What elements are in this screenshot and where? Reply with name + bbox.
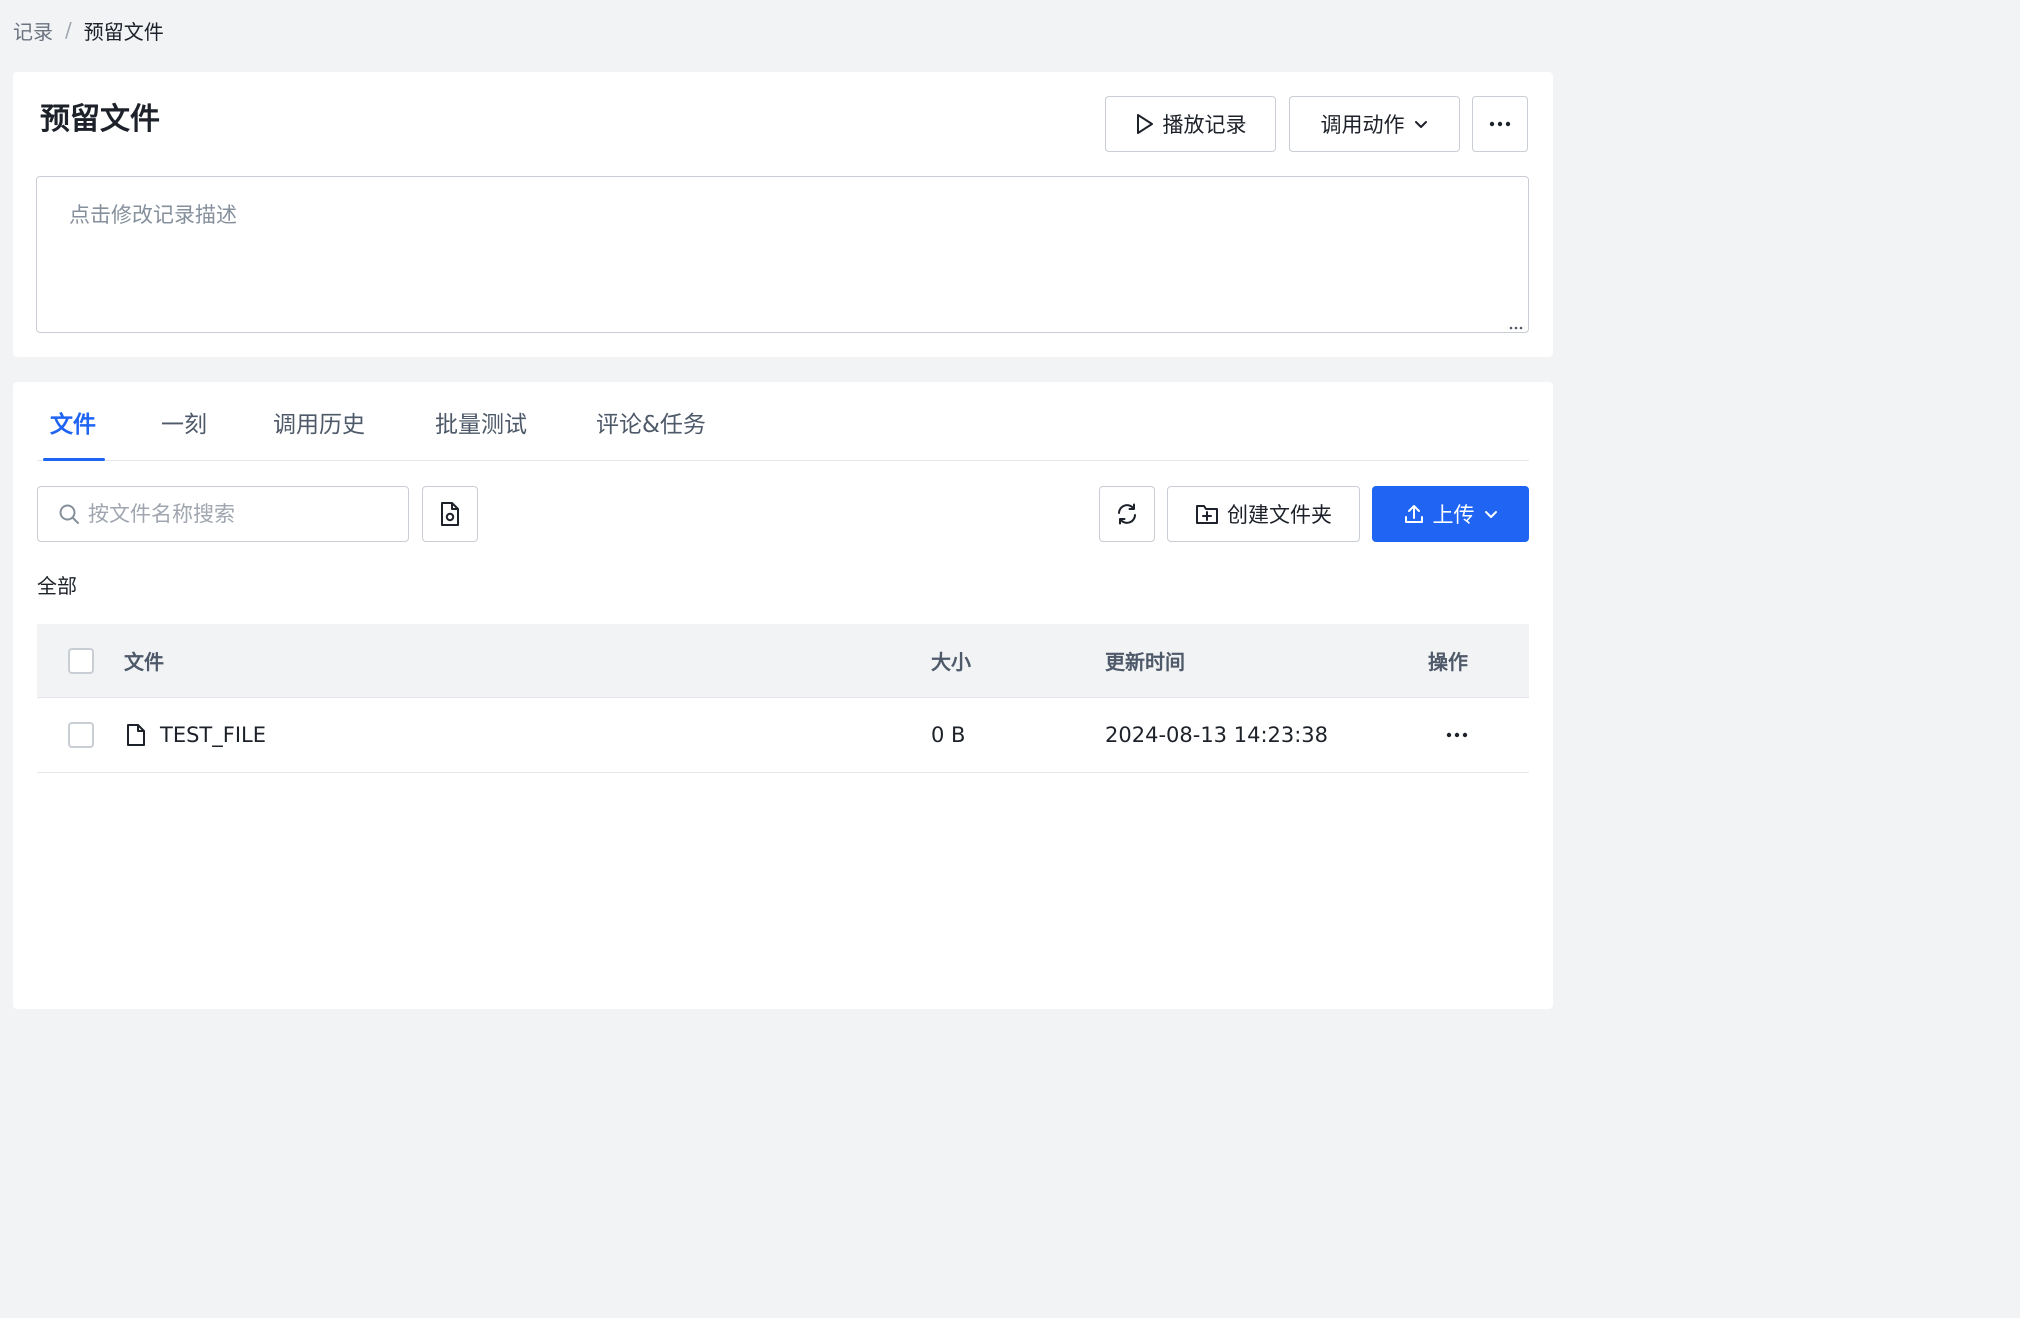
resize-handle[interactable]: [1509, 326, 1523, 330]
breadcrumb-current: 预留文件: [83, 19, 164, 44]
page-title: 预留文件: [40, 102, 160, 137]
tab-files[interactable]: 文件: [50, 410, 96, 440]
files-panel: 文件 一刻 调用历史 批量测试 评论&任务 创建文件夹 上传: [13, 382, 1553, 1009]
refresh-icon: [1115, 502, 1139, 526]
active-tab-indicator: [43, 458, 105, 461]
folder-add-icon: [1195, 503, 1219, 525]
row-more-button[interactable]: [1446, 698, 1468, 772]
more-icon: [1489, 121, 1511, 127]
column-header-actions: 操作: [1428, 650, 1468, 674]
record-header-panel: 预留文件 播放记录 调用动作 点击修改记录描述: [13, 72, 1553, 357]
column-header-size: 大小: [931, 650, 971, 674]
create-folder-button[interactable]: 创建文件夹: [1167, 486, 1360, 542]
column-header-file: 文件: [124, 650, 164, 674]
file-settings-icon: [438, 501, 462, 527]
more-icon: [1446, 732, 1468, 738]
tab-comments-tasks[interactable]: 评论&任务: [596, 410, 706, 440]
breadcrumb-parent-link[interactable]: 记录: [13, 16, 53, 45]
file-size: 0 B: [931, 723, 966, 747]
file-updated-time: 2024-08-13 14:23:38: [1105, 723, 1329, 747]
record-description-textarea[interactable]: 点击修改记录描述: [36, 176, 1529, 333]
table-header: 文件 大小 更新时间 操作: [37, 624, 1529, 698]
file-settings-button[interactable]: [422, 486, 478, 542]
play-icon: [1135, 113, 1155, 135]
folder-path-all[interactable]: 全部: [37, 570, 77, 599]
tab-moment[interactable]: 一刻: [161, 410, 207, 440]
upload-dropdown-button[interactable]: 上传: [1372, 486, 1529, 542]
table-row[interactable]: TEST_FILE 0 B 2024-08-13 14:23:38: [37, 698, 1529, 773]
breadcrumb: 记录 / 预留文件: [13, 16, 164, 44]
chevron-down-icon: [1483, 506, 1499, 522]
invoke-action-label: 调用动作: [1320, 113, 1405, 137]
tab-invoke-history[interactable]: 调用历史: [273, 410, 365, 440]
invoke-action-dropdown[interactable]: 调用动作: [1289, 96, 1460, 152]
description-placeholder: 点击修改记录描述: [69, 203, 237, 227]
refresh-button[interactable]: [1099, 486, 1155, 542]
select-all-checkbox[interactable]: [68, 647, 94, 674]
search-icon: [58, 503, 80, 525]
tab-bar: 文件 一刻 调用历史 批量测试 评论&任务: [37, 400, 1529, 461]
play-record-label: 播放记录: [1162, 113, 1247, 137]
upload-label: 上传: [1432, 503, 1475, 527]
column-header-updated: 更新时间: [1105, 650, 1185, 674]
row-checkbox[interactable]: [68, 722, 94, 748]
upload-icon: [1403, 503, 1425, 525]
file-name-cell[interactable]: TEST_FILE: [126, 698, 266, 772]
breadcrumb-separator: /: [65, 18, 72, 42]
tab-batch-test[interactable]: 批量测试: [435, 410, 527, 440]
more-actions-button[interactable]: [1472, 96, 1528, 152]
file-icon: [126, 723, 146, 747]
file-table: 文件 大小 更新时间 操作 TEST_FILE 0 B 2024-08-13 1…: [37, 624, 1529, 773]
play-record-button[interactable]: 播放记录: [1105, 96, 1276, 152]
file-name: TEST_FILE: [160, 723, 266, 747]
chevron-down-icon: [1413, 116, 1429, 132]
create-folder-label: 创建文件夹: [1227, 503, 1332, 527]
file-search-box[interactable]: [37, 486, 409, 542]
file-search-input[interactable]: [88, 502, 378, 526]
